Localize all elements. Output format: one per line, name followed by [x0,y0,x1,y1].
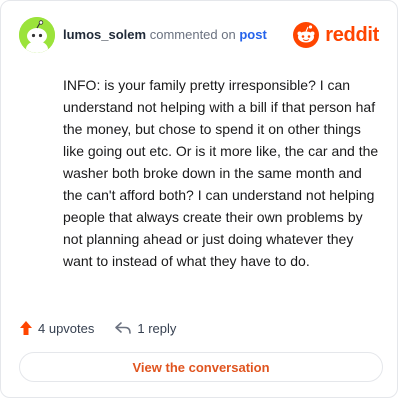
upvote-button[interactable]: 4 upvotes [19,320,94,336]
comment-card: lumos_solem commented on post reddit INF… [0,0,398,398]
action-text: commented on [149,27,236,42]
comment-header: lumos_solem commented on post reddit [19,15,379,55]
reply-arrow-icon [115,322,132,334]
comment-body: INFO: is your family pretty irresponsibl… [63,77,379,269]
post-link[interactable]: post [239,27,266,42]
user-avatar[interactable] [19,17,55,53]
comment-footer: 4 upvotes 1 reply [19,317,176,339]
reply-button[interactable]: 1 reply [114,321,176,336]
comment-meta: lumos_solem commented on post [63,27,267,43]
reddit-brand[interactable]: reddit [293,22,379,48]
upvote-arrow-icon [20,321,32,335]
reddit-logo-icon [293,22,320,48]
brand-wordmark: reddit [325,23,379,46]
upvote-count: 4 upvotes [38,320,95,336]
view-conversation-button[interactable]: View the conversation [19,352,383,382]
reply-count: 1 reply [137,320,177,336]
snoo-avatar-icon [19,17,55,53]
username[interactable]: lumos_solem [63,27,146,42]
